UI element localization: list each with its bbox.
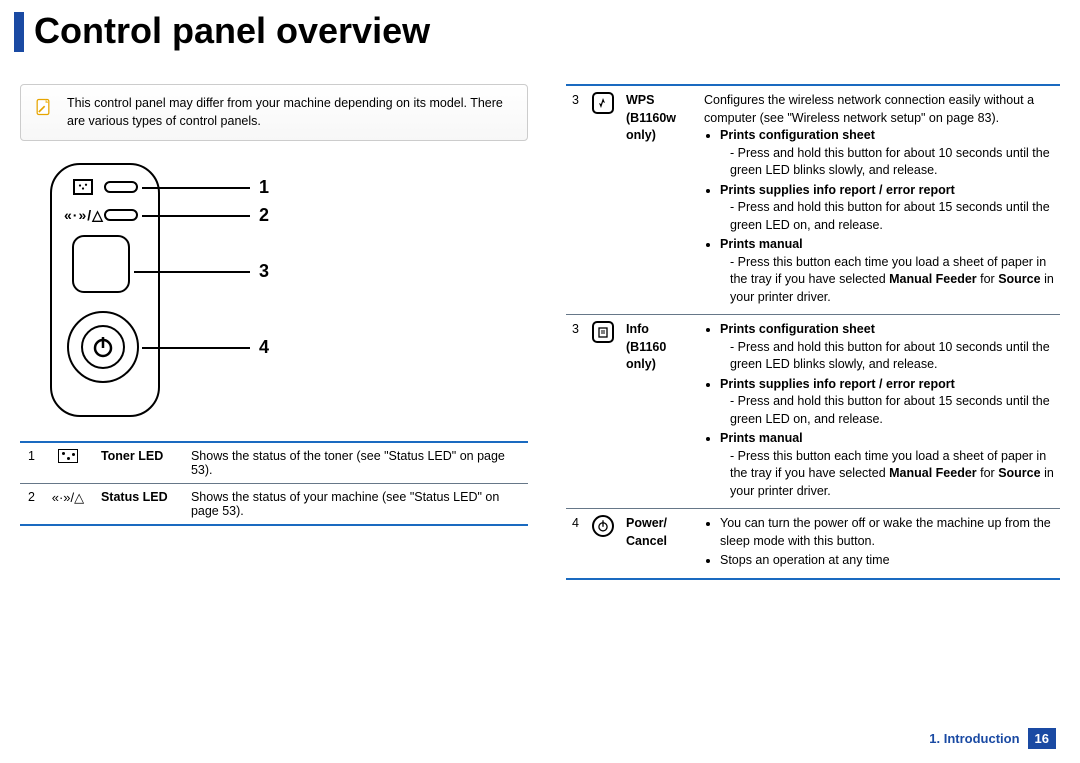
right-column: 3 WPS (B1160w only) Configures the wirel…: [566, 84, 1060, 580]
title-accent: [14, 12, 24, 52]
footer-chapter: 1. Introduction: [929, 731, 1019, 746]
toner-miniicon: [43, 442, 93, 484]
left-column: This control panel may differ from your …: [20, 84, 528, 580]
cell-desc: Configures the wireless network connecti…: [698, 85, 1060, 315]
note-box: This control panel may differ from your …: [20, 84, 528, 141]
cell-desc: Shows the status of the toner (see "Stat…: [183, 442, 528, 484]
control-panel-diagram: «·»/△ 1 2 3 4: [34, 163, 528, 421]
footer-page-number: 16: [1028, 728, 1056, 749]
table-row: 3 WPS (B1160w only) Configures the wirel…: [566, 85, 1060, 315]
led-2: [104, 209, 138, 221]
table-row: 4 Power/ Cancel You can turn the power o…: [566, 509, 1060, 579]
cell-num: 3: [566, 315, 586, 509]
leader-number-1: 1: [256, 177, 272, 198]
square-button: [72, 235, 130, 293]
note-icon: [33, 95, 55, 130]
cell-num: 1: [20, 442, 43, 484]
leader-number-3: 3: [256, 261, 272, 282]
content-columns: This control panel may differ from your …: [0, 64, 1080, 580]
table-row: 2 «·»/△ Status LED Shows the status of y…: [20, 484, 528, 526]
leader-line-4: [142, 347, 250, 349]
cell-desc: You can turn the power off or wake the m…: [698, 509, 1060, 579]
page-title: Control panel overview: [34, 12, 430, 50]
leader-line-3: [134, 271, 250, 273]
leader-line-2: [142, 215, 250, 217]
cell-name: Power/ Cancel: [620, 509, 698, 579]
page-footer: 1. Introduction 16: [929, 728, 1056, 749]
title-bar: Control panel overview: [0, 0, 1080, 64]
cell-num: 2: [20, 484, 43, 526]
cell-desc: Shows the status of your machine (see "S…: [183, 484, 528, 526]
cell-name: Status LED: [93, 484, 183, 526]
led-1: [104, 181, 138, 193]
cell-name: WPS (B1160w only): [620, 85, 698, 315]
power-icon: [586, 509, 620, 579]
cell-num: 3: [566, 85, 586, 315]
cell-num: 4: [566, 509, 586, 579]
right-table: 3 WPS (B1160w only) Configures the wirel…: [566, 84, 1060, 580]
power-icon: [91, 335, 115, 359]
power-button-ring: [67, 311, 139, 383]
leader-number-2: 2: [256, 205, 272, 226]
cell-desc: Prints configuration sheet Press and hol…: [698, 315, 1060, 509]
table-row: 1 Toner LED Shows the status of the tone…: [20, 442, 528, 484]
leader-number-4: 4: [256, 337, 272, 358]
status-miniicon: «·»/△: [43, 484, 93, 526]
wps-icon: [586, 85, 620, 315]
toner-icon: [73, 179, 93, 195]
leader-line-1: [142, 187, 250, 189]
status-icon: «·»/△: [64, 207, 104, 224]
info-icon: [586, 315, 620, 509]
cell-name: Info (B1160 only): [620, 315, 698, 509]
note-text: This control panel may differ from your …: [67, 95, 515, 130]
left-table: 1 Toner LED Shows the status of the tone…: [20, 441, 528, 526]
table-row: 3 Info (B1160 only) Prints configuration…: [566, 315, 1060, 509]
cell-name: Toner LED: [93, 442, 183, 484]
